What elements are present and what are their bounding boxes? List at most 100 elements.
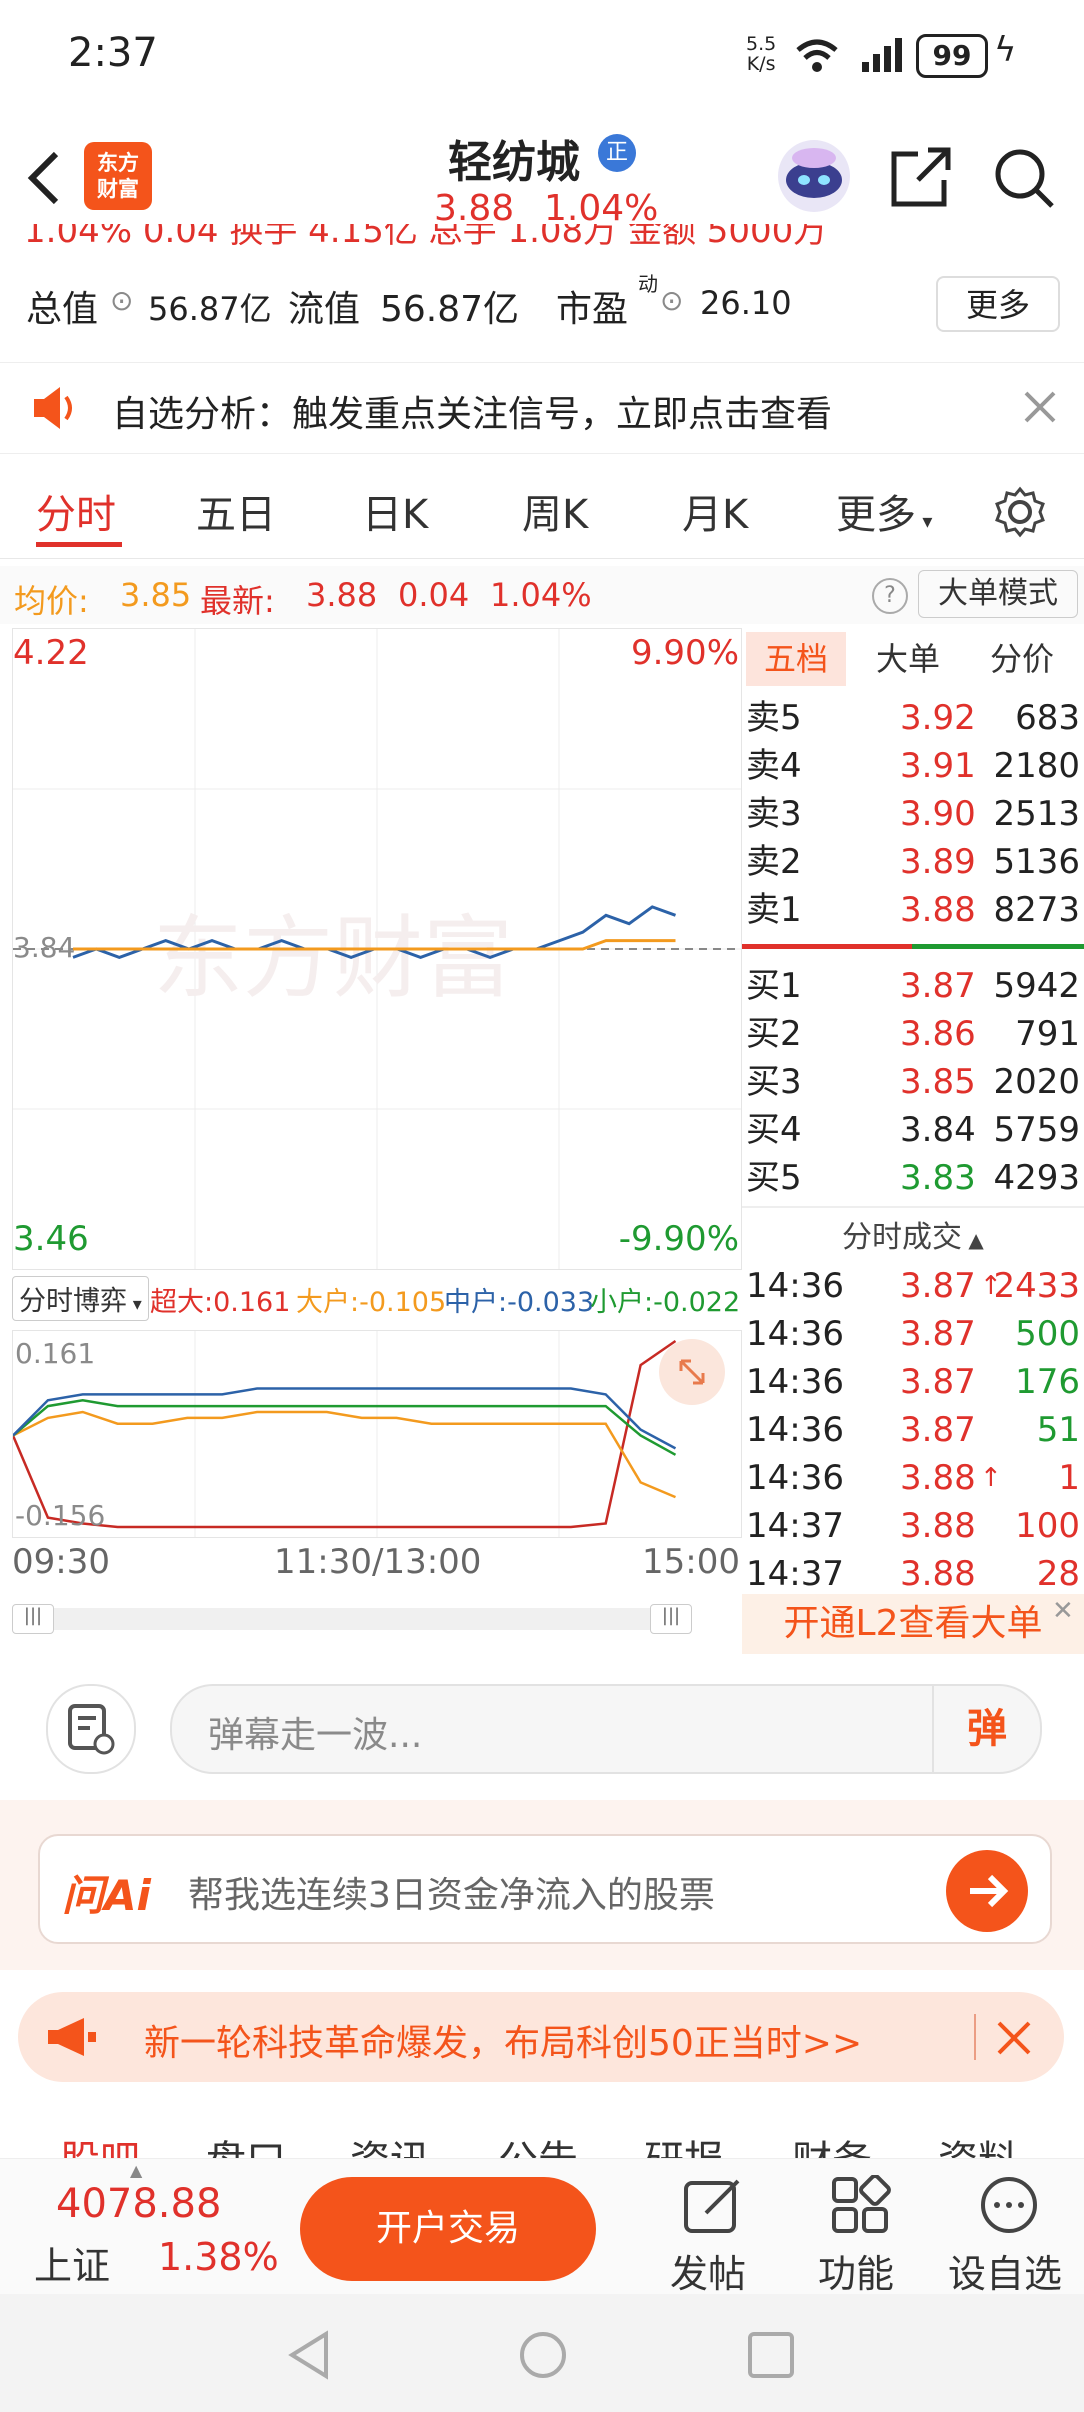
- danmaku-bar: 弹幕走一波... 弹: [0, 1662, 1084, 1792]
- search-icon[interactable]: [992, 146, 1056, 210]
- large-label: 大户:-0.105: [296, 1287, 447, 1318]
- sub-tab-profile[interactable]: 资料: [938, 2128, 1018, 2160]
- intraday-chart[interactable]: 东方财富 4.22 9.90% 3.84 3.46 -9.90%: [12, 628, 742, 1270]
- avg-label: 均价:: [14, 582, 89, 620]
- post-edit-icon[interactable]: [682, 2175, 744, 2235]
- close-icon[interactable]: [1024, 391, 1056, 423]
- ai-go-button[interactable]: [946, 1850, 1028, 1932]
- add-watchlist-label[interactable]: 设自选: [948, 2243, 1062, 2298]
- pe-sup: 动: [638, 272, 658, 296]
- fullscreen-icon[interactable]: [659, 1339, 725, 1405]
- trade-row: 14:36 3.87 176: [746, 1362, 1080, 1402]
- tab-more[interactable]: 更多 ▾: [836, 482, 932, 540]
- back-icon[interactable]: [24, 148, 64, 208]
- trade-row: 14:36 3.87 51: [746, 1410, 1080, 1450]
- medium-label: 中户:-0.033: [444, 1287, 595, 1318]
- big-order-mode-button[interactable]: 大单模式: [918, 570, 1078, 618]
- tab-weekly-k[interactable]: 周K: [522, 482, 588, 540]
- nav-recents-icon[interactable]: [746, 2330, 796, 2380]
- open-account-button[interactable]: 开户交易: [300, 2177, 596, 2281]
- indicator-row: 分时博弈 ▾ 超大:0.161 大户:-0.105 中户:-0.033 小户:-…: [12, 1274, 740, 1322]
- indicator-select[interactable]: 分时博弈 ▾: [12, 1276, 149, 1321]
- header-price: 3.88: [434, 188, 515, 229]
- trade-row: 14:36 3.87 500: [746, 1314, 1080, 1354]
- index-value[interactable]: 4078.88: [56, 2181, 221, 2227]
- settings-gear-icon[interactable]: [994, 486, 1046, 538]
- order-book: 五档 大单 分价 卖5 3.92 683 卖4 3.91 2180 卖3 3.90 2513…: [742, 628, 1084, 1594]
- danmaku-input[interactable]: 弹幕走一波... 弹: [170, 1684, 1042, 1774]
- chart-top-pct: 9.90%: [630, 633, 739, 673]
- ob-tab-price-dist[interactable]: 分价: [990, 632, 1054, 686]
- promo-text: 新一轮科技革命爆发，布局科创50正当时>>: [144, 2023, 863, 2064]
- float-value: 56.87亿: [380, 289, 520, 330]
- bid-row: 买2 3.86 791: [746, 1014, 1080, 1054]
- tab-five-day[interactable]: 五日: [196, 482, 276, 540]
- sub-tab-news[interactable]: 资讯: [350, 2128, 430, 2160]
- ob-tab-five-level[interactable]: 五档: [746, 632, 846, 686]
- flow-line-大户: [13, 1410, 676, 1499]
- latest-label: 最新:: [200, 582, 275, 620]
- latest-value: 3.88: [306, 576, 378, 614]
- scroller-handle-left[interactable]: |||: [12, 1604, 54, 1634]
- ai-prompt-card[interactable]: 问Ai 帮我选连续3日资金净流入的股票: [38, 1834, 1052, 1944]
- more-button[interactable]: 更多: [936, 276, 1060, 332]
- eastmoney-logo: 东方 财富: [84, 142, 152, 210]
- charging-icon: ϟ: [994, 30, 1017, 70]
- promo-close-icon[interactable]: [996, 2020, 1032, 2056]
- robot-assistant-icon[interactable]: [774, 136, 854, 216]
- nav-back-icon[interactable]: [286, 2330, 332, 2380]
- promo-banner[interactable]: 新一轮科技革命爆发，布局科创50正当时>>: [18, 1992, 1064, 2082]
- trade-row: 14:37 3.88 28: [746, 1554, 1080, 1590]
- bid-row: 买3 3.85 2020: [746, 1062, 1080, 1102]
- megaphone-icon: [48, 2018, 96, 2056]
- nav-home-icon[interactable]: [518, 2330, 568, 2380]
- quote-summary: 总值 ⊙ 56.87亿 流值 56.87亿 市盈 动 ⊙ 26.10: [0, 250, 1084, 348]
- ob-tab-big-order[interactable]: 大单: [876, 632, 940, 686]
- l2-close-icon[interactable]: ✕: [1052, 1596, 1074, 1626]
- ask-pressure-bar: [742, 944, 912, 949]
- money-flow-svg: [13, 1331, 677, 1537]
- float-value-label: 流值: [288, 289, 361, 330]
- danmaku-settings-icon[interactable]: [46, 1684, 136, 1774]
- chart-range-scroller[interactable]: ||| |||: [12, 1604, 692, 1634]
- flow-top-label: 0.161: [15, 1337, 96, 1370]
- analysis-banner[interactable]: 自选分析：触发重点关注信号，立即点击查看: [0, 362, 1084, 454]
- help-icon[interactable]: ?: [872, 578, 908, 614]
- verified-badge: 正: [598, 134, 636, 172]
- sub-tab-announcements[interactable]: 公告: [498, 2128, 578, 2160]
- open-l2-button[interactable]: 开通L2查看大单: [742, 1594, 1084, 1654]
- post-label[interactable]: 发帖: [670, 2243, 746, 2298]
- trades-title[interactable]: 分时成交 ▲: [842, 1212, 984, 1256]
- ask-row: 卖3 3.90 2513: [746, 794, 1080, 834]
- function-grid-icon[interactable]: [830, 2175, 892, 2235]
- tab-intraday[interactable]: 分时: [36, 482, 116, 540]
- time-axis: 09:30 11:30/13:00 15:00: [12, 1542, 740, 1582]
- sub-tab-forum[interactable]: 股吧: [60, 2128, 140, 2160]
- tab-monthly-k[interactable]: 月K: [682, 482, 748, 540]
- tab-daily-k[interactable]: 日K: [362, 482, 428, 540]
- sub-tab-research[interactable]: 研报: [644, 2128, 724, 2160]
- money-flow-chart[interactable]: 0.161 -0.156: [12, 1330, 742, 1538]
- avg-price-bar: 均价: 3.85 最新: 3.88 0.04 1.04% ? 大单模式: [0, 566, 1084, 624]
- flow-line-超大: [13, 1339, 677, 1529]
- bottom-bar: ▲ 4078.88 上证 1.38% 开户交易 发帖 功能 设自选: [0, 2158, 1084, 2298]
- collapse-caret-icon[interactable]: ▲: [130, 2161, 142, 2180]
- speaker-icon: [34, 387, 72, 429]
- total-value-label: 总值: [26, 289, 99, 330]
- flow-line-中户: [13, 1399, 677, 1456]
- index-name[interactable]: 上证: [34, 2235, 110, 2290]
- system-nav-bar: [0, 2294, 1084, 2412]
- add-watchlist-icon[interactable]: [978, 2175, 1040, 2235]
- sub-tab-handicap[interactable]: 盘口: [206, 2128, 286, 2160]
- index-pct[interactable]: 1.38%: [158, 2235, 279, 2279]
- share-icon[interactable]: [888, 146, 954, 210]
- sub-tab-finance[interactable]: 财务: [792, 2128, 872, 2160]
- scroller-handle-right[interactable]: |||: [650, 1604, 692, 1634]
- wifi-icon: [796, 39, 838, 72]
- bid-pressure-bar: [912, 944, 1084, 949]
- function-label[interactable]: 功能: [818, 2243, 894, 2298]
- danmaku-send-button[interactable]: 弹: [932, 1686, 1040, 1772]
- watermark: 东方财富: [153, 909, 513, 1009]
- ai-logo: 问Ai: [62, 1871, 151, 1920]
- active-tab-indicator: [36, 542, 122, 547]
